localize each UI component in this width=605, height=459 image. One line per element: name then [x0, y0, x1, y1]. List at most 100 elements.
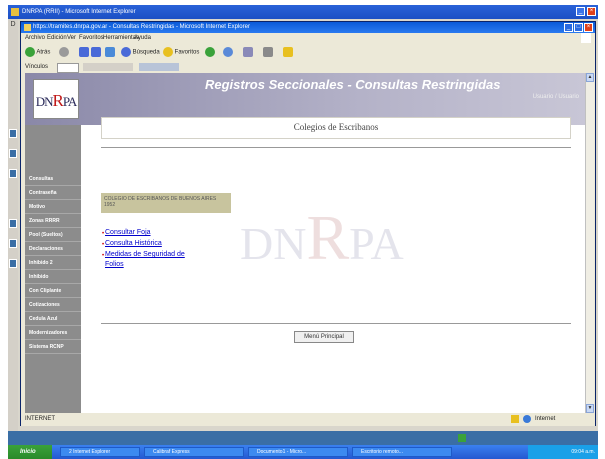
menu-favoritos[interactable]: Favoritos — [79, 33, 104, 43]
nav-item[interactable]: Cedula Azul — [25, 313, 81, 326]
banner-subtitle: Usuario / Usuario — [532, 94, 579, 100]
vertical-scrollbar[interactable]: ▲ ▼ — [585, 73, 594, 413]
link-medidas-seguridad[interactable]: Medidas de Seguridad de — [105, 251, 185, 258]
favorites-label: Favoritos — [174, 49, 200, 56]
links-bar-extra[interactable] — [139, 63, 179, 71]
nav-item[interactable]: Sistema RCNP — [25, 341, 81, 354]
favorites-button[interactable]: Favoritos — [163, 47, 199, 57]
bullet-icon: • — [102, 253, 105, 259]
divider — [101, 323, 571, 324]
home-button[interactable] — [105, 47, 115, 57]
mail-icon — [243, 47, 253, 57]
nav-item[interactable]: Con Cliplante — [25, 285, 81, 298]
print-icon — [263, 47, 273, 57]
left-strip-button[interactable] — [9, 219, 17, 228]
bullet-icon: • — [102, 242, 105, 248]
history-icon — [223, 47, 233, 57]
desktop: DNRPA (RRII) - Microsoft Internet Explor… — [8, 5, 598, 445]
menu-ver[interactable]: Ver — [67, 33, 76, 43]
link-consultar-foja[interactable]: Consultar Foja — [105, 229, 151, 236]
left-strip-button[interactable] — [9, 129, 17, 138]
nav-item[interactable]: Zonas RRRR — [25, 215, 81, 228]
links-bar-buttons[interactable] — [83, 63, 133, 71]
ie-window: https://tramites.dnrpa.gov.ar - Consulta… — [20, 21, 596, 426]
outer-window-title: DNRPA (RRII) - Microsoft Internet Explor… — [22, 9, 136, 15]
forward-button[interactable] — [59, 47, 69, 57]
left-panel-strip: D — [8, 19, 18, 431]
refresh-button[interactable] — [91, 47, 101, 57]
search-button[interactable]: Búsqueda — [121, 47, 160, 57]
system-tray: 09:04 a.m. — [528, 445, 598, 459]
media-icon — [205, 47, 215, 57]
scroll-down-icon[interactable]: ▼ — [586, 404, 594, 413]
content-title: Colegios de Escribanos — [293, 122, 379, 132]
divider — [101, 147, 571, 148]
main-menu-button[interactable]: Menú Principal — [294, 331, 354, 343]
ie-icon — [24, 24, 31, 31]
close-icon[interactable]: × — [587, 7, 596, 16]
content-title-box: Colegios de Escribanos — [101, 117, 571, 139]
nav-item[interactable]: Cotizaciones — [25, 299, 81, 312]
ie-titlebar[interactable]: https://tramites.dnrpa.gov.ar - Consulta… — [21, 22, 595, 33]
dnrpa-logo-text: DNRPA — [35, 91, 78, 110]
stop-button[interactable] — [79, 47, 89, 57]
side-nav: Consultas Contraseña Motivo Zonas RRRR P… — [25, 125, 81, 413]
status-left: INTERNET — [25, 416, 55, 422]
history-button[interactable] — [223, 47, 233, 57]
link-consulta-historica[interactable]: Consulta Histórica — [105, 240, 162, 247]
left-strip-button[interactable] — [9, 259, 17, 268]
mail-button[interactable] — [243, 47, 253, 57]
menu-edicion[interactable]: Edición — [47, 33, 67, 43]
taskbar-item[interactable]: Escritorio remoto... — [352, 447, 452, 457]
favorites-star-icon — [163, 47, 173, 57]
banner-title: Registros Seccionales - Consultas Restri… — [205, 77, 501, 92]
start-button[interactable]: Inicio — [8, 445, 52, 459]
folder-icon — [283, 47, 293, 57]
search-label: Búsqueda — [132, 49, 160, 56]
taskbar-item[interactable]: 2 Internet Explorer — [60, 447, 140, 457]
taskbar: Inicio 2 Internet Explorer Calibraf Expr… — [8, 445, 598, 459]
toolbar: Atrás Búsqueda Favoritos — [21, 43, 595, 61]
menu-bar: Archivo Edición Ver Favoritos Herramient… — [21, 33, 595, 43]
outer-window-titlebar[interactable]: DNRPA (RRII) - Microsoft Internet Explor… — [8, 5, 598, 19]
search-icon — [121, 47, 131, 57]
nav-item[interactable]: Declaraciones — [25, 243, 81, 256]
link-medidas-seguridad-cont[interactable]: Folios — [105, 261, 124, 268]
stop-icon — [79, 47, 89, 57]
home-icon — [105, 47, 115, 57]
taskbar-item[interactable]: Documento1 - Micro... — [248, 447, 348, 457]
internet-zone-icon — [523, 415, 531, 423]
back-button[interactable]: Atrás — [25, 47, 50, 57]
media-button[interactable] — [205, 47, 215, 57]
menu-archivo[interactable]: Archivo — [25, 33, 45, 43]
tray-status-icon — [458, 434, 466, 442]
left-strip-label: D — [10, 21, 16, 28]
address-field[interactable] — [57, 63, 79, 73]
taskbar-item[interactable]: Calibraf Express — [144, 447, 244, 457]
folder-button[interactable] — [283, 47, 293, 57]
left-strip-button[interactable] — [9, 149, 17, 158]
print-button[interactable] — [263, 47, 273, 57]
nav-item[interactable]: Inhibido 2 — [25, 257, 81, 270]
back-arrow-icon — [25, 47, 35, 57]
nav-item[interactable]: Modernizadores — [25, 327, 81, 340]
minimize-icon[interactable]: _ — [576, 7, 585, 16]
windows-logo-icon — [581, 33, 591, 43]
maximize-icon[interactable]: □ — [574, 23, 583, 32]
web-page: DNRPA Registros Seccionales - Consultas … — [25, 73, 585, 413]
left-strip-button[interactable] — [9, 169, 17, 178]
nav-item[interactable]: Contraseña — [25, 187, 81, 200]
nav-item[interactable]: Inhibido — [25, 271, 81, 284]
refresh-icon — [91, 47, 101, 57]
close-icon[interactable]: × — [584, 23, 593, 32]
menu-ayuda[interactable]: Ayuda — [134, 33, 151, 43]
screenshot-frame: DNRPA (RRII) - Microsoft Internet Explor… — [0, 0, 605, 459]
scroll-up-icon[interactable]: ▲ — [586, 73, 594, 82]
minimize-icon[interactable]: _ — [564, 23, 573, 32]
nav-item[interactable]: Consultas — [25, 173, 81, 186]
forward-arrow-icon — [59, 47, 69, 57]
left-strip-button[interactable] — [9, 239, 17, 248]
nav-item[interactable]: Motivo — [25, 201, 81, 214]
links-bar: Vínculos — [21, 61, 595, 73]
nav-item[interactable]: Pool (Sueltos) — [25, 229, 81, 242]
